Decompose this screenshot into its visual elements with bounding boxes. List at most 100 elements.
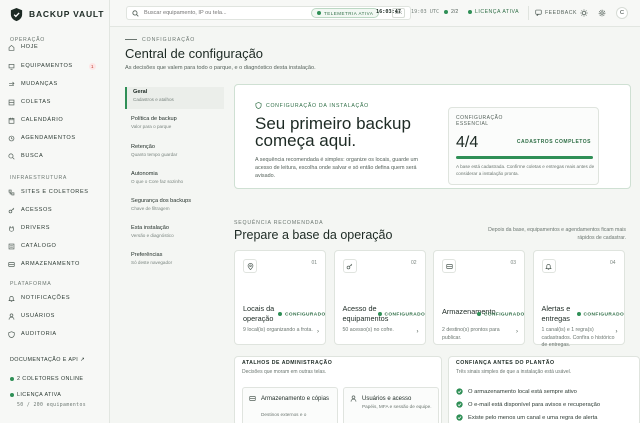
- utc-time: 19:03 UTC: [411, 9, 440, 15]
- collector-count: 2/2: [444, 9, 458, 15]
- license-dot: [10, 392, 14, 397]
- telemetry-dot: [317, 11, 321, 15]
- sidebar-item-label: ARMAZENAMENTO: [21, 261, 80, 267]
- setup-card[interactable]: 04 Alertas e entregas CONFIGURADO 1 canal(i…: [532, 250, 625, 348]
- audit-icon: [8, 330, 15, 338]
- trust-check-label: Existe pelo menos um canal e uma regra d…: [468, 414, 598, 421]
- sidebar-item-acessos[interactable]: ACESSOS: [8, 204, 102, 216]
- card-step-number: 03: [510, 260, 516, 266]
- setup-card[interactable]: 01 Locais da operação CONFIGURADO 9 local(i…: [234, 250, 326, 345]
- top-license-label: LICENÇA ATIVA: [475, 9, 520, 15]
- catalog-icon: [8, 243, 15, 249]
- shortcut-users[interactable]: Usuários e acesso Papéis, MFA e sessão d…: [343, 387, 439, 423]
- sidebar-item-mudanas[interactable]: MUDANÇAS: [8, 78, 102, 90]
- sidebar-item-busca[interactable]: BUSCA: [8, 150, 102, 162]
- gear-icon[interactable]: [598, 9, 606, 17]
- telemetry-pill[interactable]: TELEMETRIA ATIVA: [311, 8, 380, 18]
- sidebar-item-catlogo[interactable]: CATÁLOGO: [8, 240, 102, 252]
- collector-dot: [444, 9, 448, 14]
- sidebar-item-calendrio[interactable]: CALENDÁRIO: [8, 114, 102, 126]
- brand-name: BACKUP VAULT: [29, 9, 105, 19]
- sidebar: BACKUP VAULT OPERAÇÃO HOJE EQUIPAMENTOS 1 MU…: [0, 0, 110, 423]
- docs-link[interactable]: DOCUMENTAÇÃO E API ↗: [10, 357, 85, 363]
- page-title: Central de configuração: [125, 46, 264, 61]
- key-icon: [8, 207, 15, 213]
- sidebar-item-armazenamento[interactable]: ARMAZENAMENTO: [8, 258, 102, 270]
- essential-text: A base está cadastrada. Confirme coletas…: [456, 164, 595, 176]
- sidebar-item-label: HOJE: [21, 44, 39, 50]
- card-icon-box: [541, 259, 556, 273]
- card-icon-box: [243, 259, 257, 273]
- essential-value: 4/4: [456, 134, 479, 151]
- settings-nav-label: Geral: [133, 89, 148, 95]
- card-icon-box: [342, 259, 357, 273]
- sidebar-item-label: AUDITORIA: [21, 331, 57, 337]
- brand-logo[interactable]: BACKUP VAULT: [9, 6, 104, 22]
- breadcrumb: CONFIGURAÇÃO: [125, 37, 195, 43]
- sidebar-item-label: EQUIPAMENTOS: [21, 63, 73, 69]
- settings-nav-desc: Só deste navegador: [131, 260, 173, 265]
- sidebar-item-label: CATÁLOGO: [21, 243, 57, 249]
- setup-card[interactable]: 02 Acesso de equipamentos CONFIGURADO 50 ac…: [333, 250, 426, 345]
- local-time: 16:03:47: [376, 9, 401, 15]
- settings-nav-label: Segurança dos backups: [131, 198, 192, 204]
- license-label: LICENÇA ATIVA: [17, 392, 62, 398]
- shield-icon: [10, 7, 23, 21]
- check-circle-icon: [456, 401, 463, 408]
- settings-nav-item[interactable]: Retenção Quanto tempo guardar: [125, 142, 224, 164]
- card-desc: 2 destino(s) prontos para publicar.: [442, 327, 500, 341]
- feedback-icon: [535, 9, 542, 16]
- bell-icon: [8, 295, 15, 302]
- sidebar-item-label: SITES E COLETORES: [21, 189, 89, 195]
- sidebar-item-hoje[interactable]: HOJE: [8, 41, 102, 53]
- settings-nav-item[interactable]: Geral Cadastros e atalhos: [125, 87, 224, 109]
- sidebar-item-auditoria[interactable]: AUDITORIA: [8, 328, 102, 340]
- setup-card[interactable]: 03 Armazenamento CONFIGURADO 2 destino(s) p…: [433, 250, 525, 345]
- card-status: CONFIGURADO: [477, 312, 525, 317]
- sequence-note: Depois da base, equipamentos e agendamen…: [488, 227, 626, 241]
- shortcut-storage[interactable]: Armazenamento e cópias Destinos externos…: [242, 387, 338, 423]
- top-license: LICENÇA ATIVA: [468, 9, 519, 15]
- home-icon: [8, 44, 15, 51]
- feedback-label: FEEDBACK: [545, 9, 577, 16]
- sun-icon[interactable]: [580, 9, 588, 17]
- sidebar-item-usurios[interactable]: USUÁRIOS: [8, 310, 102, 322]
- essential-config-box: CONFIGURAÇÃO ESSENCIAL 4/4 CADASTROS COM…: [448, 107, 599, 185]
- online-dot: [10, 376, 14, 381]
- settings-nav-label: Retenção: [131, 144, 155, 150]
- feedback-button[interactable]: FEEDBACK: [535, 9, 577, 16]
- storage-icon: [445, 263, 453, 269]
- device-icon: [8, 63, 15, 70]
- hero-card: CONFIGURAÇÃO DA INSTALAÇÃO Seu primeiro …: [234, 84, 631, 189]
- card-desc: 50 acesso(s) no cofre.: [342, 327, 394, 333]
- essential-status: CADASTROS COMPLETOS: [516, 139, 591, 145]
- card-step-number: 04: [609, 260, 616, 266]
- status-dot: [576, 312, 581, 316]
- avatar[interactable]: C: [616, 7, 628, 19]
- sidebar-item-agendamentos[interactable]: AGENDAMENTOS: [8, 132, 102, 144]
- card-status-label: CONFIGURADO: [583, 312, 625, 318]
- sidebar-item-equipamentos[interactable]: EQUIPAMENTOS 1: [8, 60, 102, 72]
- trust-heading: CONFIANÇA ANTES DO PLANTÃO: [456, 360, 555, 366]
- breadcrumb-label: CONFIGURAÇÃO: [142, 37, 196, 43]
- sidebar-item-drivers[interactable]: DRIVERS: [8, 222, 102, 234]
- shortcut-storage-desc: Destinos externos e o: [261, 412, 307, 417]
- settings-nav-item[interactable]: Segurança dos backups Chave de filtragem: [125, 196, 224, 218]
- settings-nav-item[interactable]: Esta instalação Versão e diagnóstico: [125, 223, 224, 245]
- card-status-label: CONFIGURADO: [484, 312, 525, 318]
- sidebar-item-sitesecoletores[interactable]: SITES E COLETORES: [8, 186, 102, 198]
- license-status: LICENÇA ATIVA: [10, 392, 61, 398]
- key-icon: [346, 263, 353, 269]
- telemetry-label: TELEMETRIA ATIVA: [324, 10, 374, 16]
- settings-nav-item[interactable]: Política de backup Valor para o parque: [125, 114, 224, 136]
- hero-text: A sequência recomendada é simples: organ…: [255, 157, 419, 179]
- trust-desc: Três sinais simples de que a instalação …: [456, 369, 572, 375]
- sidebar-item-label: COLETAS: [21, 99, 51, 105]
- settings-nav-item[interactable]: Autonomia O que o Core faz sozinho: [125, 169, 224, 191]
- sidebar-item-label: MUDANÇAS: [21, 81, 58, 87]
- sidebar-item-notificaes[interactable]: NOTIFICAÇÕES: [8, 292, 102, 304]
- calendar-icon: [8, 117, 15, 124]
- sidebar-item-label: USUÁRIOS: [21, 313, 56, 319]
- settings-nav-item[interactable]: Preferências Só deste navegador: [125, 250, 224, 272]
- sidebar-item-coletas[interactable]: COLETAS: [8, 96, 102, 108]
